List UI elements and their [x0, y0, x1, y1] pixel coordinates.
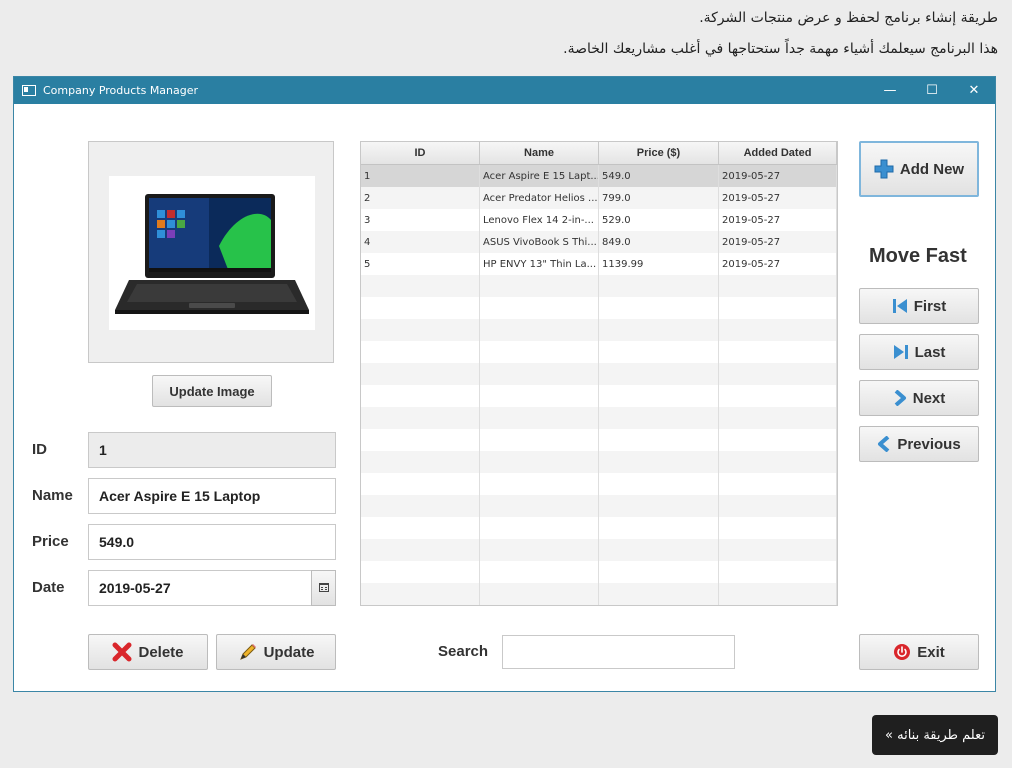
maximize-button[interactable]: ☐	[911, 77, 953, 104]
name-label: Name	[32, 487, 73, 504]
product-image	[109, 176, 315, 330]
empty-row	[361, 583, 837, 605]
add-new-button[interactable]: Add New	[859, 141, 979, 197]
cell-date: 2019-05-27	[719, 165, 837, 187]
chevron-left-icon	[877, 436, 891, 452]
empty-row	[361, 517, 837, 539]
price-field[interactable]: 549.0	[88, 524, 336, 560]
empty-row	[361, 297, 837, 319]
next-label: Next	[912, 389, 946, 407]
date-field[interactable]: 2019-05-27	[88, 570, 312, 606]
first-label: First	[913, 297, 947, 315]
exit-button[interactable]: Exit	[859, 634, 979, 670]
table-row[interactable]: 5 HP ENVY 13" Thin La... 1139.99 2019-05…	[361, 253, 837, 275]
cell-date: 2019-05-27	[719, 231, 837, 253]
cell-name: ASUS VivoBook S Thi...	[480, 231, 599, 253]
update-button[interactable]: Update	[216, 634, 336, 670]
calendar-icon	[318, 579, 329, 597]
cell-price: 1139.99	[599, 253, 719, 275]
update-label: Update	[263, 643, 315, 661]
close-button[interactable]: ✕	[953, 77, 995, 104]
calendar-button[interactable]	[311, 570, 336, 606]
previous-label: Previous	[897, 435, 961, 453]
cell-date: 2019-05-27	[719, 253, 837, 275]
delete-button[interactable]: Delete	[88, 634, 208, 670]
empty-row	[361, 429, 837, 451]
cell-date: 2019-05-27	[719, 209, 837, 231]
empty-row	[361, 385, 837, 407]
skip-first-icon	[892, 298, 908, 314]
first-button[interactable]: First	[859, 288, 979, 324]
add-new-label: Add New	[899, 160, 965, 178]
name-field[interactable]: Acer Aspire E 15 Laptop	[88, 478, 336, 514]
empty-row	[361, 363, 837, 385]
skip-last-icon	[893, 344, 909, 360]
column-header-name[interactable]: Name	[480, 142, 599, 164]
cell-id: 1	[361, 165, 480, 187]
table-row[interactable]: 3 Lenovo Flex 14 2-in-... 529.0 2019-05-…	[361, 209, 837, 231]
title-bar[interactable]: Company Products Manager — ☐ ✕	[14, 77, 995, 104]
cell-id: 5	[361, 253, 480, 275]
empty-row	[361, 275, 837, 297]
cell-name: HP ENVY 13" Thin La...	[480, 253, 599, 275]
column-header-date[interactable]: Added Dated	[719, 142, 837, 164]
table-row[interactable]: 4 ASUS VivoBook S Thi... 849.0 2019-05-2…	[361, 231, 837, 253]
cell-price: 799.0	[599, 187, 719, 209]
date-label: Date	[32, 579, 65, 596]
cell-name: Acer Aspire E 15 Lapt...	[480, 165, 599, 187]
last-label: Last	[914, 343, 946, 361]
column-header-id[interactable]: ID	[361, 142, 480, 164]
cell-price: 849.0	[599, 231, 719, 253]
empty-row	[361, 407, 837, 429]
delete-x-icon	[112, 642, 132, 662]
delete-label: Delete	[138, 643, 184, 661]
search-label: Search	[438, 643, 489, 660]
move-fast-heading: Move Fast	[869, 245, 967, 267]
table-row[interactable]: 1 Acer Aspire E 15 Lapt... 549.0 2019-05…	[361, 165, 837, 187]
chevron-right-icon	[893, 390, 907, 406]
empty-row	[361, 495, 837, 517]
minimize-button[interactable]: —	[869, 77, 911, 104]
column-header-price[interactable]: Price ($)	[599, 142, 719, 164]
previous-button[interactable]: Previous	[859, 426, 979, 462]
cell-id: 2	[361, 187, 480, 209]
cell-id: 4	[361, 231, 480, 253]
last-button[interactable]: Last	[859, 334, 979, 370]
empty-row	[361, 473, 837, 495]
cell-name: Acer Predator Helios ...	[480, 187, 599, 209]
exit-label: Exit	[917, 643, 945, 661]
empty-row	[361, 561, 837, 583]
price-label: Price	[32, 533, 69, 550]
table-row[interactable]: 2 Acer Predator Helios ... 799.0 2019-05…	[361, 187, 837, 209]
table-header: ID Name Price ($) Added Dated	[361, 142, 837, 165]
pencil-icon	[238, 642, 258, 662]
update-image-button[interactable]: Update Image	[152, 375, 272, 407]
cell-date: 2019-05-27	[719, 187, 837, 209]
empty-row	[361, 451, 837, 473]
cell-name: Lenovo Flex 14 2-in-...	[480, 209, 599, 231]
app-window: Company Products Manager — ☐ ✕ Update Im…	[13, 76, 996, 692]
window-app-icon	[22, 85, 36, 96]
id-label: ID	[32, 441, 47, 458]
cell-price: 529.0	[599, 209, 719, 231]
plus-icon	[874, 159, 894, 179]
products-table[interactable]: ID Name Price ($) Added Dated 1 Acer Asp…	[360, 141, 838, 606]
window-title: Company Products Manager	[43, 84, 199, 97]
table-body: 1 Acer Aspire E 15 Lapt... 549.0 2019-05…	[361, 165, 837, 605]
search-input[interactable]	[502, 635, 735, 669]
intro-line-1: طريقة إنشاء برنامج لحفظ و عرض منتجات الش…	[699, 10, 998, 26]
product-image-frame	[88, 141, 334, 363]
next-button[interactable]: Next	[859, 380, 979, 416]
cell-price: 549.0	[599, 165, 719, 187]
learn-how-button[interactable]: تعلم طريقة بنائه »	[872, 715, 998, 755]
empty-row	[361, 539, 837, 561]
intro-line-2: هذا البرنامج سيعلمك أشياء مهمة جداً ستحت…	[563, 41, 998, 57]
empty-row	[361, 341, 837, 363]
power-icon	[893, 643, 911, 661]
cell-id: 3	[361, 209, 480, 231]
empty-row	[361, 319, 837, 341]
id-field[interactable]: 1	[88, 432, 336, 468]
